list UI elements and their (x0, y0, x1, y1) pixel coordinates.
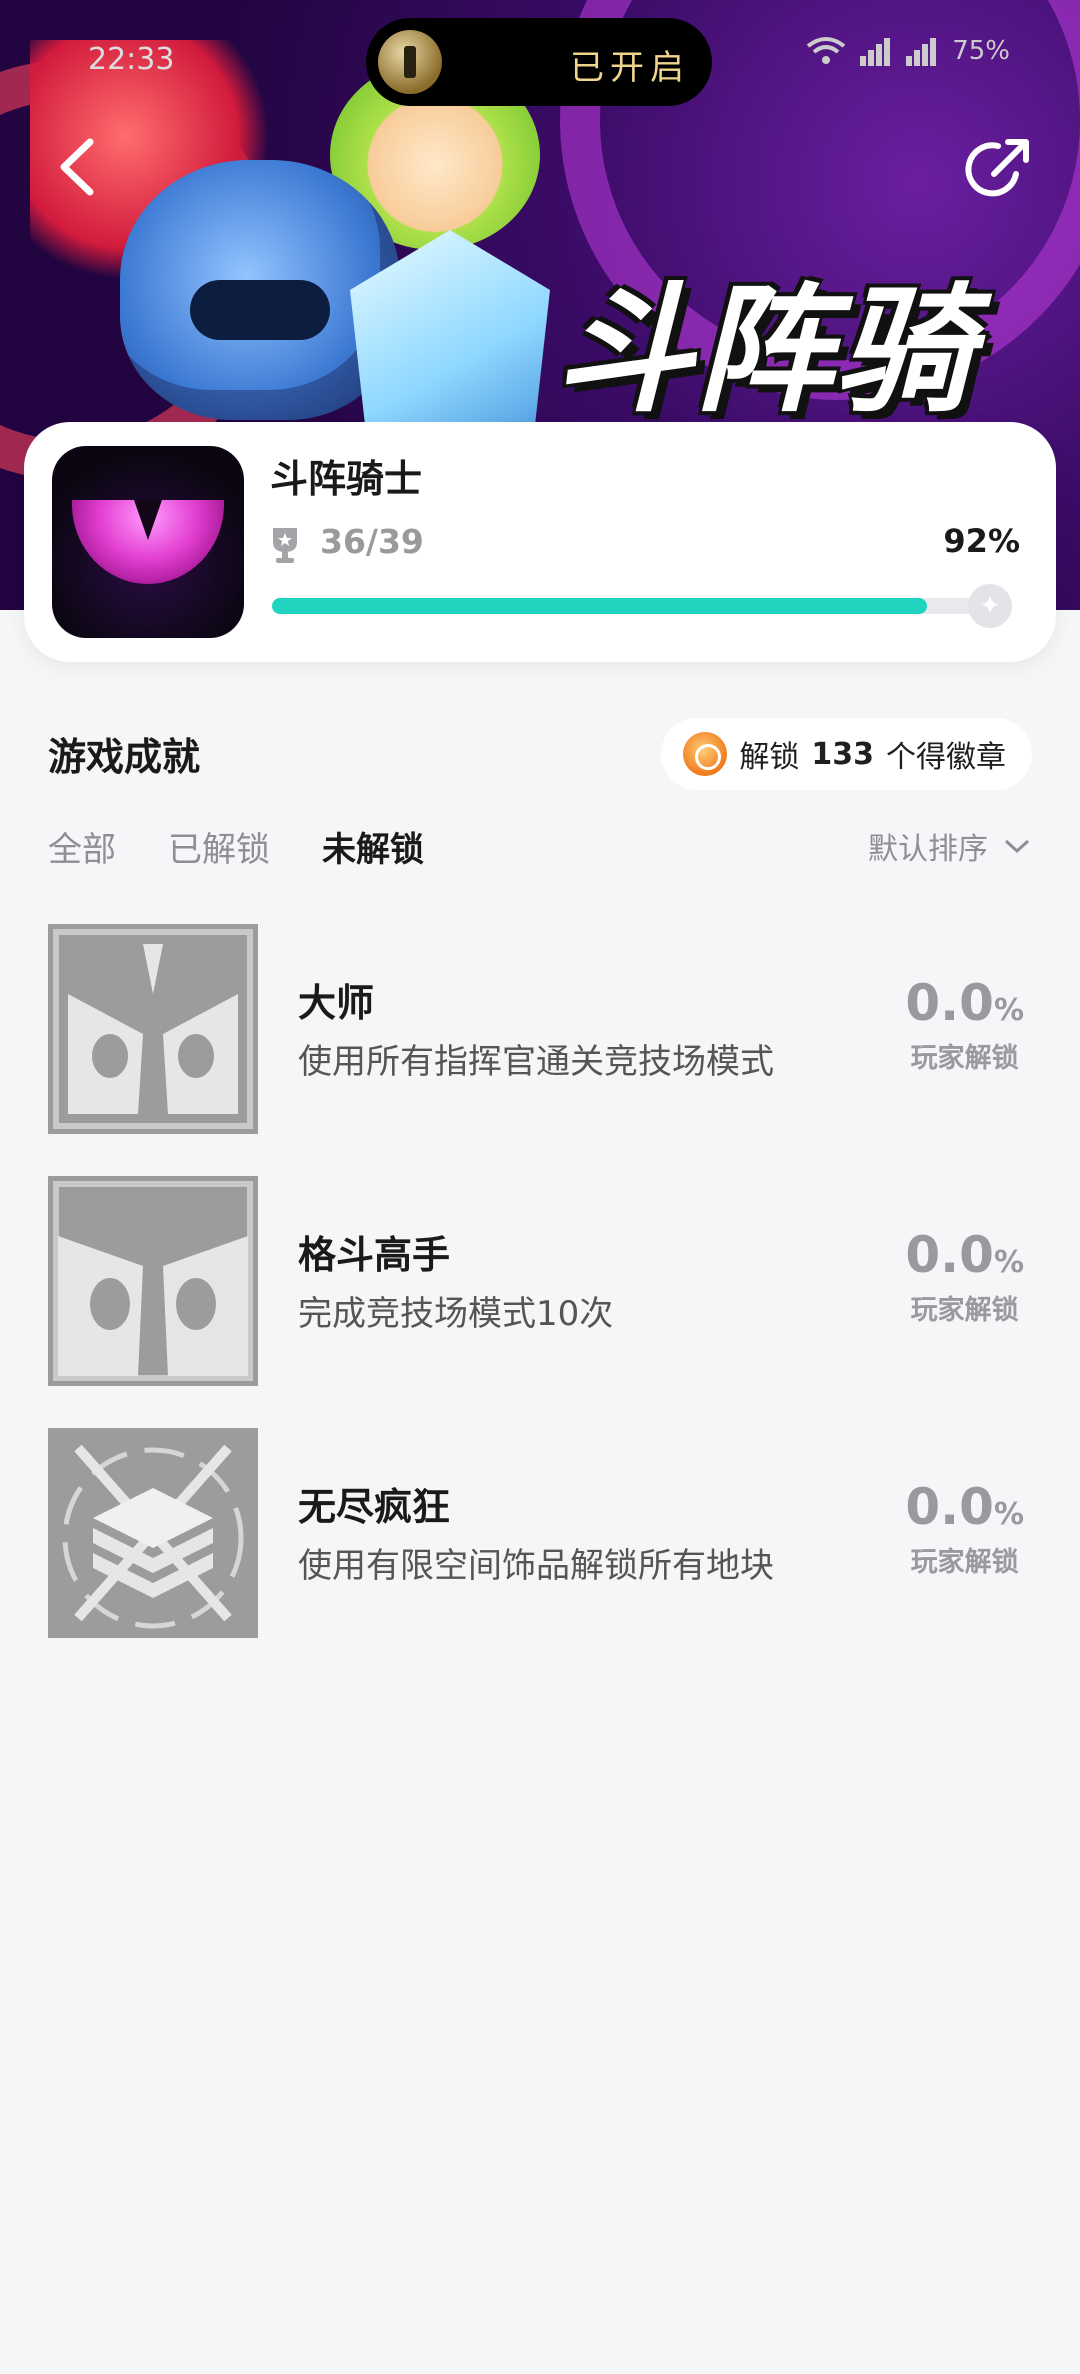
progress-percent: 92% (943, 522, 1020, 560)
island-status-text: 已开启 (570, 48, 690, 88)
achievement-item[interactable]: 格斗高手 完成竞技场模式10次 0.0% 玩家解锁 (48, 1176, 1038, 1386)
medal-icon (683, 732, 728, 776)
back-icon (60, 138, 94, 196)
rate-unit: % (993, 993, 1024, 1028)
badge-count: 133 (811, 736, 874, 772)
achievement-title: 大师 (298, 981, 375, 1025)
game-info-card: 斗阵骑士 36/39 92% ✦ (24, 422, 1056, 662)
achievement-desc: 完成竞技场模式10次 (298, 1294, 614, 1334)
flashlight-icon (378, 30, 442, 94)
chevron-down-icon (1004, 839, 1030, 854)
unlock-rate: 0.0% 玩家解锁 (905, 974, 1024, 1075)
back-button[interactable] (50, 132, 110, 202)
eyes-emblem-icon (53, 929, 253, 1129)
rate-value: 0.0 (905, 1478, 994, 1536)
share-button[interactable] (964, 134, 1034, 204)
star-icon: ✦ (968, 584, 1012, 628)
game-name: 斗阵骑士 (270, 457, 423, 501)
signal-icon (860, 36, 892, 66)
rate-unit: % (993, 1497, 1024, 1532)
achievement-desc: 使用所有指挥官通关竞技场模式 (298, 1042, 774, 1082)
layers-emblem-icon (62, 1444, 244, 1629)
badge-suffix: 个得徽章 (886, 740, 1006, 775)
section-title: 游戏成就 (48, 735, 201, 779)
signal-icon (906, 36, 938, 66)
achievement-item[interactable]: 大师 使用所有指挥官通关竞技场模式 0.0% 玩家解锁 (48, 924, 1038, 1134)
achievement-count: 36/39 (320, 522, 424, 561)
status-indicators: 75% (806, 36, 1010, 66)
progress-track (272, 598, 984, 614)
achievement-title: 格斗高手 (298, 1233, 451, 1277)
achievement-thumb (48, 1428, 258, 1638)
badge-prefix: 解锁 (739, 740, 800, 775)
dynamic-island[interactable]: 已开启 (366, 18, 712, 106)
trophy-icon (273, 528, 297, 563)
achievement-thumb (48, 1176, 258, 1386)
battery-level: 75% (952, 36, 1010, 66)
progress-fill (272, 598, 928, 614)
sort-label: 默认排序 (868, 832, 988, 867)
rate-label: 玩家解锁 (910, 1295, 1019, 1326)
badge-unlock-pill[interactable]: 解锁 133 个得徽章 (661, 718, 1032, 790)
tab-unlocked[interactable]: 已解锁 (168, 822, 270, 871)
sort-dropdown[interactable]: 默认排序 (868, 824, 1030, 868)
eyes-emblem-icon (53, 1181, 253, 1381)
achievement-desc: 使用有限空间饰品解锁所有地块 (298, 1546, 774, 1586)
rate-label: 玩家解锁 (910, 1043, 1019, 1074)
rate-value: 0.0 (905, 974, 994, 1032)
unlock-rate: 0.0% 玩家解锁 (905, 1478, 1024, 1579)
achievement-tabs: 全部 已解锁 未解锁 (48, 822, 424, 871)
tab-locked[interactable]: 未解锁 (322, 822, 424, 871)
rate-label: 玩家解锁 (910, 1547, 1019, 1578)
unlock-rate: 0.0% 玩家解锁 (905, 1226, 1024, 1327)
achievement-title: 无尽疯狂 (298, 1485, 451, 1529)
tab-all[interactable]: 全部 (48, 822, 116, 871)
share-icon (965, 139, 1029, 197)
game-app-icon (52, 446, 244, 638)
wifi-icon (806, 37, 846, 64)
rate-value: 0.0 (905, 1226, 994, 1284)
status-time: 22:33 (88, 42, 175, 77)
achievement-item[interactable]: 无尽疯狂 使用有限空间饰品解锁所有地块 0.0% 玩家解锁 (48, 1428, 1038, 1638)
achievement-thumb (48, 924, 258, 1134)
rate-unit: % (993, 1245, 1024, 1280)
